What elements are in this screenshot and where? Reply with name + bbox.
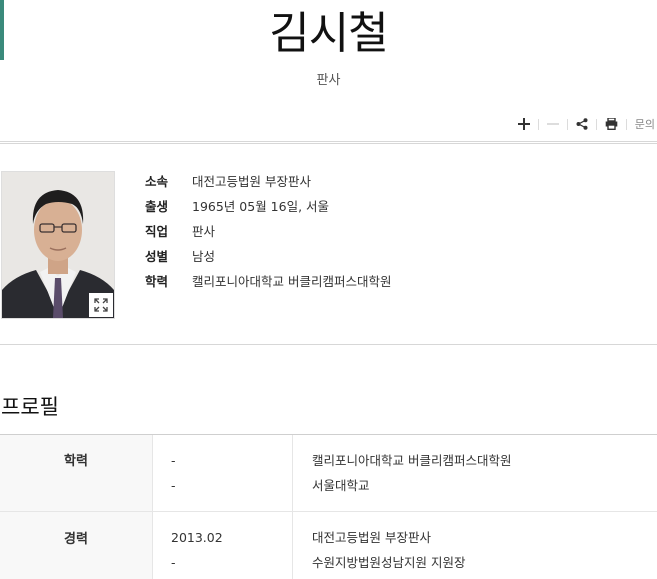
plus-icon	[517, 118, 530, 130]
info-value[interactable]: 대전고등법원 부장판사	[192, 171, 311, 190]
share-button[interactable]	[568, 112, 596, 136]
info-value[interactable]: 캘리포니아대학교 버클리캠퍼스대학원	[192, 271, 391, 290]
share-icon	[576, 118, 588, 130]
table-category: 경력	[64, 532, 88, 547]
photo-expand-button[interactable]	[89, 293, 113, 317]
info-row: 직업 판사	[145, 218, 391, 243]
entry-date: -	[171, 478, 176, 493]
person-info: 소속 대전고등법원 부장판사 출생 1965년 05월 16일, 서울 직업 판…	[145, 168, 391, 293]
description-cell: 대전고등법원 부장판사 수원지방법원성남지원 지원장	[312, 525, 465, 575]
info-row: 성별 남성	[145, 243, 391, 268]
inquiry-link[interactable]: 문의	[627, 116, 657, 132]
info-value: 1965년 05월 16일, 서울	[192, 199, 330, 214]
section-title: 프로필	[1, 395, 59, 419]
info-label: 소속	[145, 174, 169, 189]
date-cell: 2013.02 -	[171, 525, 223, 575]
info-label: 출생	[145, 199, 169, 214]
font-size-decrease-button[interactable]	[539, 112, 567, 136]
info-row: 출생 1965년 05월 16일, 서울	[145, 193, 391, 218]
entry-desc[interactable]: 캘리포니아대학교 버클리캠퍼스대학원	[312, 448, 511, 473]
column-divider	[152, 435, 153, 579]
person-title: 판사	[316, 73, 341, 88]
table-top-border	[0, 434, 657, 435]
info-value: 남성	[192, 249, 216, 264]
entry-desc[interactable]: 대전고등법원 부장판사	[312, 525, 465, 550]
entry-date: 2013.02	[171, 530, 223, 545]
divider	[0, 344, 657, 345]
font-size-increase-button[interactable]	[510, 112, 538, 136]
expand-icon	[94, 298, 108, 312]
date-cell: - -	[171, 448, 176, 498]
entry-date: -	[171, 555, 176, 570]
entry-date: -	[171, 453, 176, 468]
row-divider	[0, 511, 657, 512]
print-button[interactable]	[597, 112, 626, 136]
print-icon	[605, 118, 618, 130]
info-label: 직업	[145, 224, 169, 239]
table-category: 학력	[64, 454, 88, 469]
divider	[0, 143, 657, 144]
info-label: 성별	[145, 249, 169, 264]
entry-desc[interactable]: 수원지방법원성남지원 지원장	[312, 550, 465, 575]
profile-photo[interactable]	[1, 171, 115, 319]
minus-icon	[546, 123, 559, 125]
info-row: 학력 캘리포니아대학교 버클리캠퍼스대학원	[145, 268, 391, 293]
toolbar: 문의	[510, 112, 657, 136]
column-divider	[292, 435, 293, 579]
entry-desc[interactable]: 서울대학교	[312, 473, 511, 498]
info-label: 학력	[145, 274, 169, 289]
info-row: 소속 대전고등법원 부장판사	[145, 168, 391, 193]
person-name: 김시철	[269, 8, 388, 59]
divider	[0, 141, 657, 142]
info-value[interactable]: 판사	[192, 221, 215, 240]
description-cell: 캘리포니아대학교 버클리캠퍼스대학원 서울대학교	[312, 448, 511, 498]
